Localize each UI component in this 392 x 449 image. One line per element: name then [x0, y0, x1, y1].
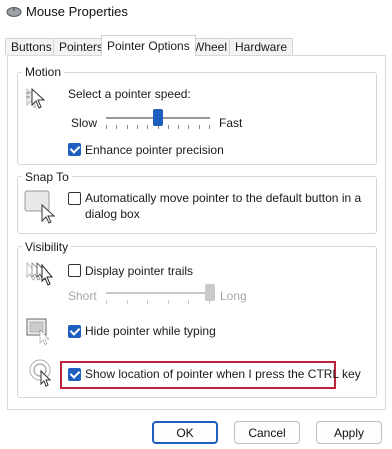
snap-to-button-icon [24, 190, 56, 224]
pointer-speed-label: Select a pointer speed: [68, 87, 191, 101]
apply-button[interactable]: Apply [316, 421, 382, 444]
window-title: Mouse Properties [26, 4, 128, 19]
tab-pointer-options[interactable]: Pointer Options [101, 35, 196, 56]
fast-label: Fast [219, 116, 243, 130]
show-location-icon [29, 359, 52, 387]
slider-tick [168, 125, 169, 129]
slider-tick [137, 125, 138, 129]
slider-tick [127, 125, 128, 129]
slider-tick [147, 125, 148, 129]
pointer-trails-ticks [106, 300, 210, 304]
mouse-icon [6, 7, 22, 17]
snap-to-legend: Snap To [22, 170, 72, 184]
slider-tick [147, 300, 148, 304]
slider-tick [188, 125, 189, 129]
cancel-button[interactable]: Cancel [234, 421, 300, 444]
hide-pointer-icon [26, 318, 50, 346]
hide-pointer-checkbox[interactable] [68, 325, 81, 338]
slider-tick [106, 300, 107, 304]
tab-buttons[interactable]: Buttons [5, 38, 58, 55]
slider-tick [178, 125, 179, 129]
slider-tick [127, 300, 128, 304]
enhance-precision-checkbox[interactable] [68, 143, 81, 156]
pointer-trails-icon [26, 261, 54, 286]
slow-label: Slow [71, 116, 98, 130]
pointer-trails-track [106, 292, 210, 294]
hide-pointer-label: Hide pointer while typing [85, 324, 216, 338]
motion-legend: Motion [22, 65, 65, 79]
slider-tick [116, 125, 117, 129]
short-label: Short [68, 289, 97, 303]
snap-to-group [17, 176, 377, 234]
pointer-trails-label: Display pointer trails [85, 264, 194, 278]
slider-tick [209, 125, 210, 129]
slider-tick [106, 125, 107, 129]
show-location-label: Show location of pointer when I press th… [85, 367, 361, 381]
show-location-checkbox[interactable] [68, 368, 81, 381]
snap-to-checkbox[interactable] [68, 192, 81, 205]
pointer-trails-slider[interactable] [205, 284, 215, 301]
slider-tick [188, 300, 189, 304]
enhance-precision-label: Enhance pointer precision [85, 143, 224, 157]
pointer-trails-checkbox[interactable] [68, 264, 81, 277]
long-label: Long [220, 289, 247, 303]
pointer-speed-slider[interactable] [153, 109, 163, 126]
slider-tick [168, 300, 169, 304]
visibility-legend: Visibility [22, 240, 72, 254]
snap-to-label-line2: dialog box [85, 207, 140, 221]
ok-button[interactable]: OK [152, 421, 218, 444]
snap-to-label-line1: Automatically move pointer to the defaul… [85, 191, 362, 205]
slider-tick [199, 125, 200, 129]
pointer-speed-icon [26, 87, 46, 109]
tab-hardware[interactable]: Hardware [229, 38, 294, 55]
